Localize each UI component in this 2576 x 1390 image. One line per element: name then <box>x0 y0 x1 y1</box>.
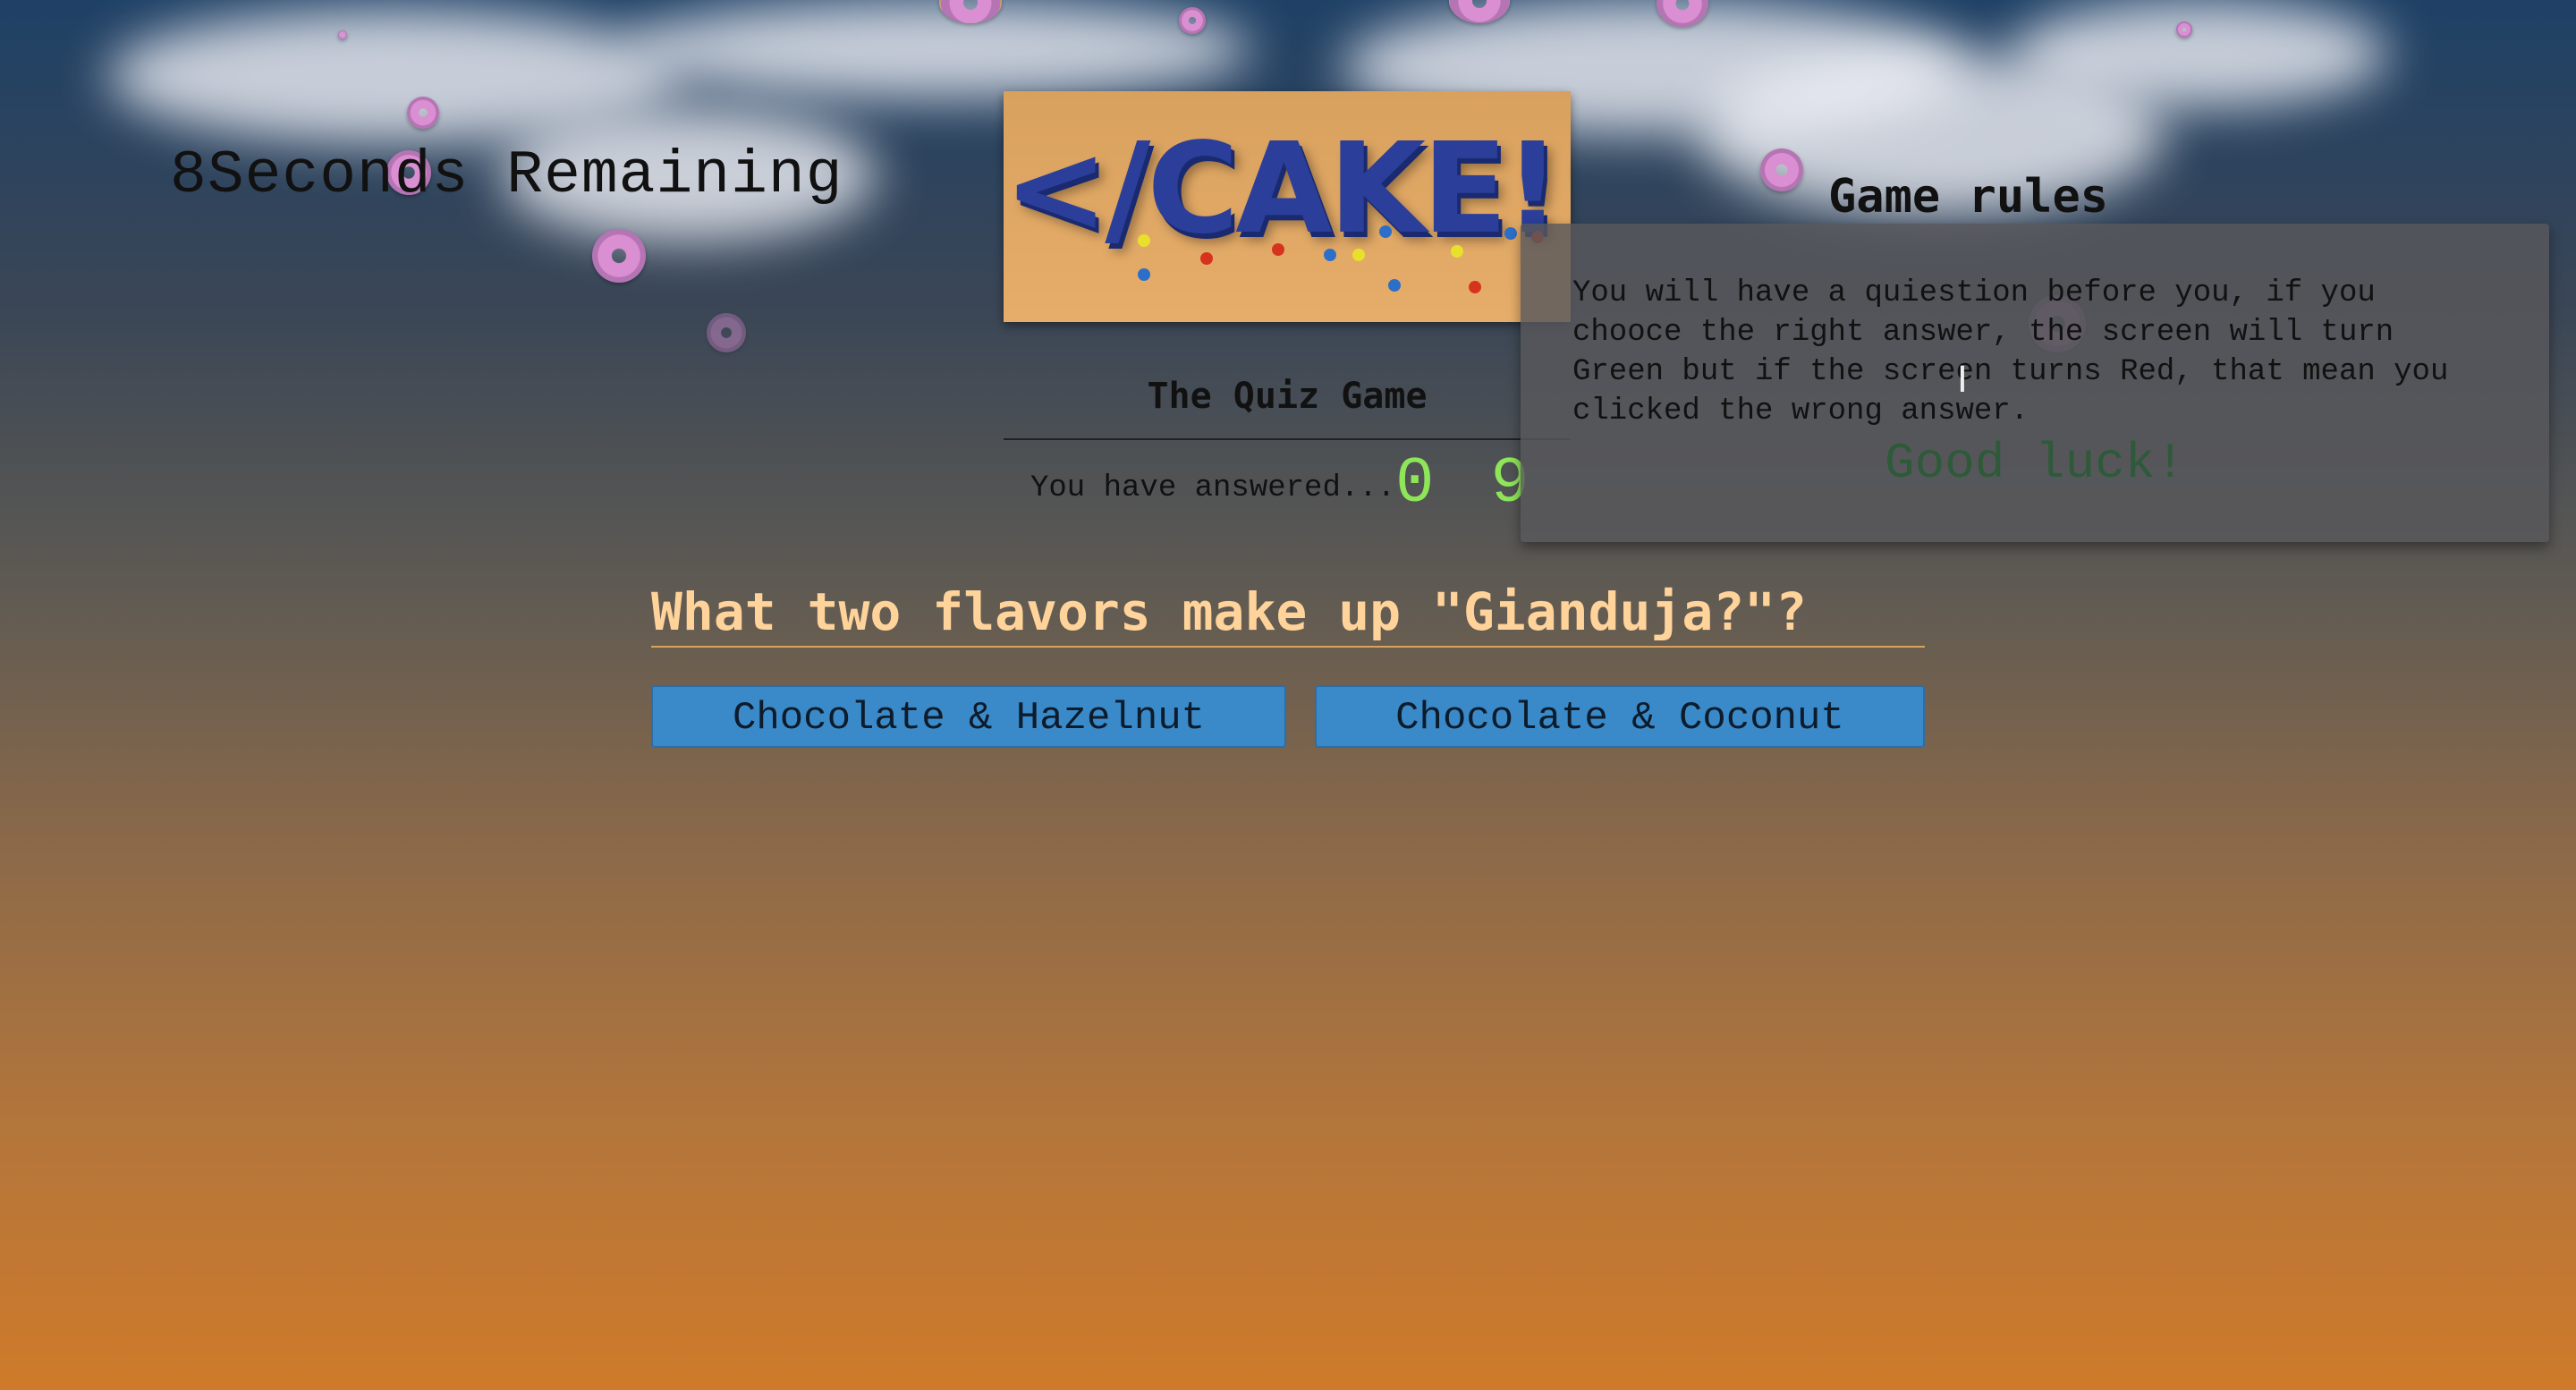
answered-label: You have answered... <box>1030 471 1396 505</box>
timer-label: Seconds Remaining <box>207 141 843 210</box>
rules-panel: You will have a quiestion before you, if… <box>1521 224 2549 542</box>
cake-logo: </CAKE!> <box>1004 91 1571 322</box>
donut-icon <box>592 229 646 283</box>
donut-icon <box>2176 21 2192 38</box>
question-text: What two flavors make up "Gianduja?"? <box>651 581 1808 642</box>
donut-icon <box>1760 148 1803 191</box>
rules-title: Game rules <box>1828 170 2109 224</box>
rules-body: You will have a quiestion before you, if… <box>1572 276 2449 428</box>
text-cursor-icon: I <box>1957 360 1968 401</box>
timer-value: 8 <box>170 141 208 210</box>
donut-icon <box>338 30 347 39</box>
answer-button-coconut[interactable]: Chocolate & Coconut <box>1315 685 1925 748</box>
donut-icon <box>407 97 439 129</box>
good-luck-text: Good luck! <box>1884 435 2186 492</box>
answer-button-hazelnut[interactable]: Chocolate & Hazelnut <box>651 685 1286 748</box>
answered-counter: You have answered...0 9 <box>1030 447 1538 521</box>
quiz-title: The Quiz Game <box>1147 376 1428 417</box>
divider <box>1004 438 1571 440</box>
logo-text: </CAKE!> <box>1004 116 1571 262</box>
answered-count: 0 9 <box>1395 447 1538 521</box>
donut-icon <box>707 313 746 352</box>
donut-icon <box>1179 7 1206 34</box>
question-underline <box>651 646 1925 648</box>
countdown-timer: 8Seconds Remaining <box>170 141 843 210</box>
